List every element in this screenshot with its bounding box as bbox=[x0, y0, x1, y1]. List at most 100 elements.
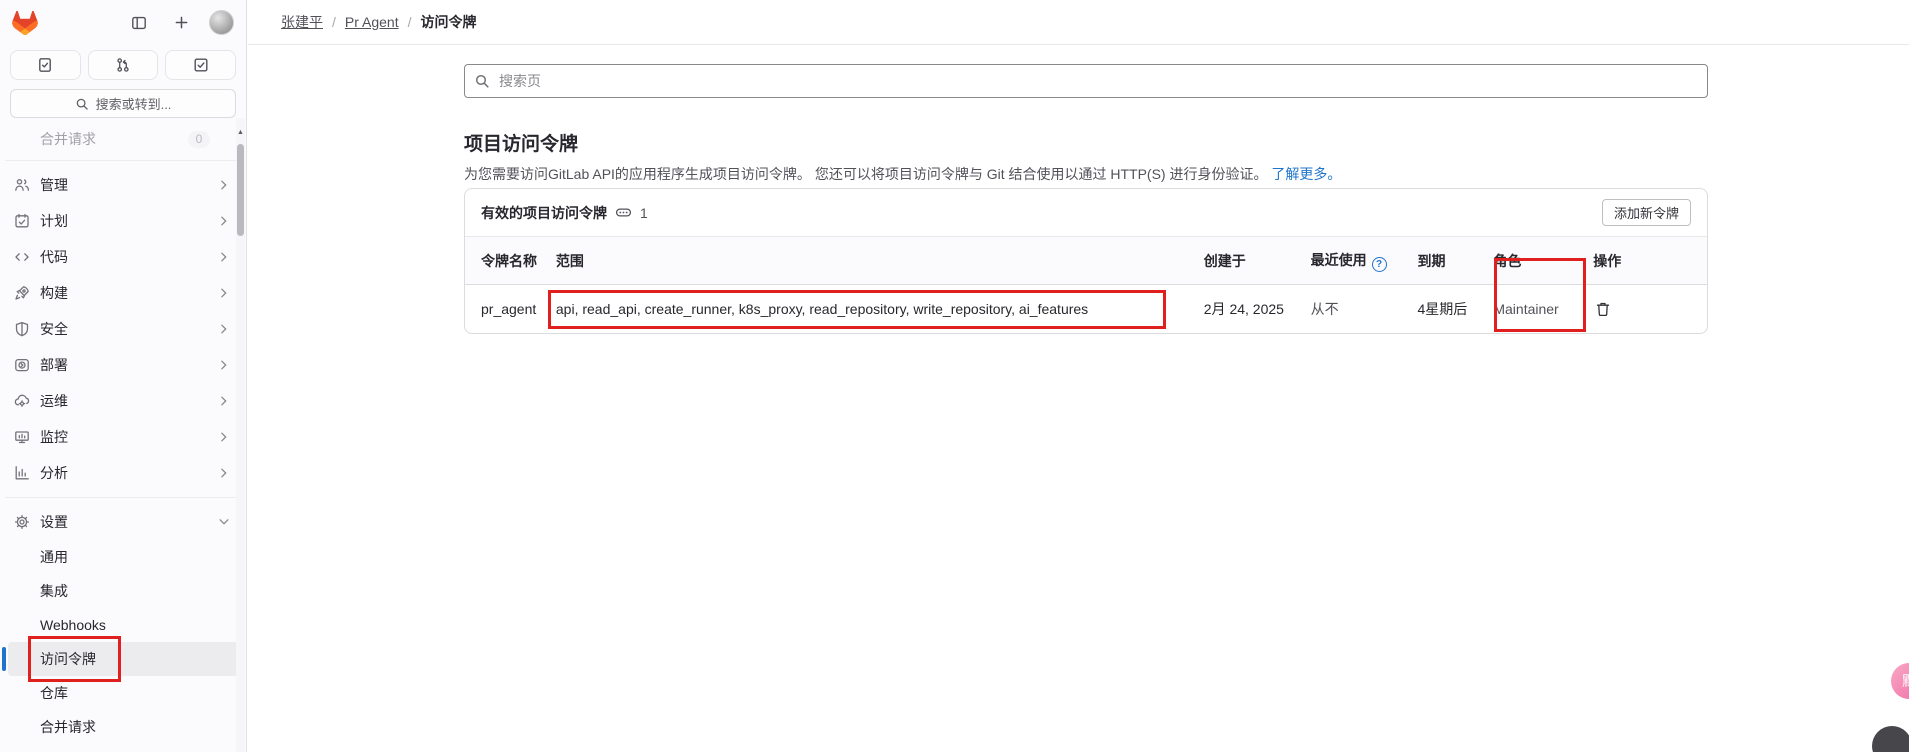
issues-shortcut-button[interactable] bbox=[10, 50, 81, 80]
nav-label: 计划 bbox=[40, 211, 218, 231]
scrollbar-thumb[interactable] bbox=[237, 144, 244, 236]
nav-label: 代码 bbox=[40, 247, 218, 267]
nav-label: 访问令牌 bbox=[40, 649, 232, 669]
sidebar-item-webhooks[interactable]: Webhooks bbox=[8, 608, 238, 642]
sidebar-topbar bbox=[0, 0, 246, 45]
sidebar-item-plan[interactable]: 计划 bbox=[8, 203, 238, 239]
col-header-scopes: 范围 bbox=[540, 251, 1188, 271]
add-token-button[interactable]: 添加新令牌 bbox=[1602, 199, 1691, 226]
chevron-right-icon bbox=[218, 215, 230, 227]
learn-more-link[interactable]: 了解更多。 bbox=[1271, 166, 1341, 182]
sidebar-item-manage[interactable]: 管理 bbox=[8, 167, 238, 203]
sidebar-item-access-tokens[interactable]: 访问令牌 bbox=[8, 642, 238, 676]
nav-label: 管理 bbox=[40, 175, 218, 195]
monitor-icon bbox=[14, 429, 30, 445]
chevron-right-icon bbox=[218, 359, 230, 371]
gear-icon bbox=[14, 514, 30, 530]
token-role-cell: Maintainer bbox=[1477, 301, 1577, 317]
sidebar-search-button[interactable]: 搜索或转到... bbox=[10, 89, 236, 118]
sidebar-item-cicd[interactable]: CI/CD bbox=[8, 744, 238, 752]
sidebar-item-code[interactable]: 代码 bbox=[8, 239, 238, 275]
sidebar-item-analyze[interactable]: 分析 bbox=[8, 455, 238, 491]
chevron-right-icon bbox=[218, 323, 230, 335]
col-header-name: 令牌名称 bbox=[465, 251, 540, 271]
nav-label: 集成 bbox=[40, 581, 232, 601]
merge-request-icon bbox=[115, 57, 131, 73]
token-name-cell: pr_agent bbox=[465, 301, 540, 317]
page-content: 项目访问令牌 为您需要访问GitLab API的应用程序生成项目访问令牌。 您还… bbox=[248, 45, 1909, 752]
sidebar-item-monitor[interactable]: 监控 bbox=[8, 419, 238, 455]
code-icon bbox=[14, 249, 30, 265]
active-indicator bbox=[2, 647, 6, 671]
col-header-expires: 到期 bbox=[1401, 251, 1477, 271]
sidebar-item-deploy[interactable]: 部署 bbox=[8, 347, 238, 383]
col-header-created: 创建于 bbox=[1188, 251, 1295, 271]
chevron-down-icon bbox=[218, 516, 230, 528]
sidebar-item-pinned-merge-requests[interactable]: 合并请求 0 bbox=[8, 124, 238, 154]
token-count: 1 bbox=[640, 205, 648, 221]
chevron-right-icon bbox=[218, 395, 230, 407]
search-icon bbox=[75, 97, 89, 111]
sidebar-item-operate[interactable]: 运维 bbox=[8, 383, 238, 419]
breadcrumb-user[interactable]: 张建平 bbox=[281, 12, 323, 32]
search-icon bbox=[474, 73, 490, 89]
sidebar-item-security[interactable]: 安全 bbox=[8, 311, 238, 347]
breadcrumb-separator: / bbox=[408, 14, 412, 30]
nav-label: 安全 bbox=[40, 319, 218, 339]
col-header-action: 操作 bbox=[1577, 251, 1707, 271]
col-header-last-used: 最近使用? bbox=[1295, 250, 1402, 272]
sidebar-item-build[interactable]: 构建 bbox=[8, 275, 238, 311]
nav-label: 监控 bbox=[40, 427, 218, 447]
breadcrumb-separator: / bbox=[332, 14, 336, 30]
nav-label: Webhooks bbox=[40, 617, 232, 633]
plus-icon[interactable] bbox=[167, 9, 195, 37]
todo-shortcut-button[interactable] bbox=[165, 50, 236, 80]
divider bbox=[5, 160, 241, 161]
collapse-sidebar-icon[interactable] bbox=[125, 9, 153, 37]
help-icon[interactable]: ? bbox=[1372, 257, 1387, 272]
sidebar-scrollbar[interactable]: ▲ bbox=[236, 118, 245, 752]
todo-check-icon bbox=[193, 57, 209, 73]
page-search-input[interactable] bbox=[464, 64, 1708, 98]
pinned-item-label: 合并请求 bbox=[40, 129, 188, 149]
page-search bbox=[464, 64, 1708, 98]
sidebar-item-general[interactable]: 通用 bbox=[8, 540, 238, 574]
chevron-right-icon bbox=[218, 431, 230, 443]
chevron-right-icon bbox=[218, 287, 230, 299]
token-scopes-cell: api, read_api, create_runner, k8s_proxy,… bbox=[540, 301, 1188, 317]
nav-label: 合并请求 bbox=[40, 717, 232, 737]
sidebar-item-integrations[interactable]: 集成 bbox=[8, 574, 238, 608]
nav-label: 仓库 bbox=[40, 683, 232, 703]
calendar-icon bbox=[14, 213, 30, 229]
pinned-item-badge: 0 bbox=[188, 131, 210, 148]
sidebar: 搜索或转到... 合并请求 0 管理 计划 代码 bbox=[0, 0, 247, 752]
nav-label: 分析 bbox=[40, 463, 218, 483]
sidebar-search-label: 搜索或转到... bbox=[96, 94, 172, 113]
nav-label: 运维 bbox=[40, 391, 218, 411]
breadcrumb-project[interactable]: Pr Agent bbox=[345, 14, 399, 30]
token-expires-cell: 4星期后 bbox=[1401, 299, 1477, 319]
merge-requests-shortcut-button[interactable] bbox=[88, 50, 159, 80]
tokens-card-title: 有效的项目访问令牌 bbox=[481, 203, 607, 223]
divider bbox=[5, 497, 241, 498]
breadcrumb-current: 访问令牌 bbox=[420, 12, 476, 32]
sidebar-nav: 合并请求 0 管理 计划 代码 构建 bbox=[0, 124, 246, 752]
delete-token-button[interactable] bbox=[1593, 299, 1613, 319]
user-avatar[interactable] bbox=[209, 10, 234, 35]
nav-label: 设置 bbox=[40, 512, 218, 532]
breadcrumb: 张建平 / Pr Agent / 访问令牌 bbox=[248, 0, 1909, 45]
token-last-used-cell: 从不 bbox=[1295, 299, 1402, 319]
page-title: 项目访问令牌 bbox=[464, 129, 578, 156]
table-row: pr_agent api, read_api, create_runner, k… bbox=[465, 285, 1707, 333]
scrollbar-up-arrow[interactable]: ▲ bbox=[236, 128, 245, 137]
token-icon bbox=[615, 204, 632, 221]
sidebar-item-settings[interactable]: 设置 bbox=[8, 504, 238, 540]
gitlab-logo-icon[interactable] bbox=[12, 10, 38, 35]
sidebar-shortcuts bbox=[0, 45, 246, 80]
chevron-right-icon bbox=[218, 467, 230, 479]
sidebar-item-merge-requests[interactable]: 合并请求 bbox=[8, 710, 238, 744]
sidebar-item-repository[interactable]: 仓库 bbox=[8, 676, 238, 710]
chart-icon bbox=[14, 465, 30, 481]
main-area: 张建平 / Pr Agent / 访问令牌 项目访问令牌 为您需要访问GitLa… bbox=[248, 0, 1909, 752]
shield-icon bbox=[14, 321, 30, 337]
